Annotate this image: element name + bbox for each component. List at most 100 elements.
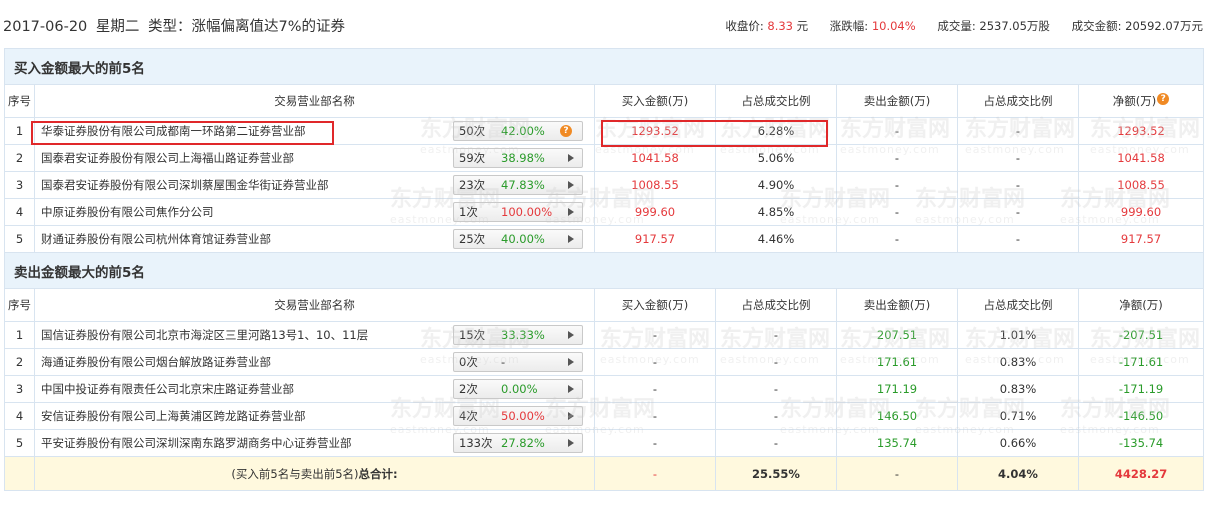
trade-count: 25次 [459, 232, 486, 246]
buy-column-header-row: 序号 交易营业部名称 买入金额(万) 占总成交比例 卖出金额(万) 占总成交比例… [4, 84, 1205, 118]
sell-ratio: 0.66% [957, 429, 1079, 457]
col-broker: 交易营业部名称 [34, 84, 595, 118]
buy-amount: - [594, 348, 716, 376]
win-rate: 42.00% [501, 124, 545, 138]
row-seq: 3 [4, 171, 35, 199]
net-amount: 1293.52 [1077, 117, 1205, 145]
broker-name-link[interactable]: 中原证券股份有限公司焦作分公司 [41, 204, 453, 220]
row-seq: 1 [4, 321, 35, 349]
broker-stats-button[interactable]: 0次 - [453, 352, 583, 372]
row-seq: 5 [4, 429, 35, 457]
trade-count: 4次 [459, 409, 478, 423]
total-label: (买入前5名与卖出前5名)总合计: [34, 456, 595, 491]
broker-stats-button[interactable]: 4次 50.00% [453, 406, 583, 426]
total-sell: - [836, 456, 958, 491]
table-row: 4 中原证券股份有限公司焦作分公司 1次 100.00% 999.60 4.85% - -99… [4, 198, 1205, 226]
total-net: 4428.27 [1077, 456, 1205, 491]
sell-section-header: 卖出金额最大的前5名 [3, 252, 1205, 289]
buy-ratio: - [715, 348, 837, 376]
expand-arrow-icon[interactable] [568, 208, 574, 216]
total-buy: - [594, 456, 716, 491]
broker-stats-button[interactable]: 59次 38.98% [453, 148, 583, 168]
col-net: 净额(万) [1077, 288, 1205, 322]
row-seq: 4 [4, 402, 35, 430]
buy-amount: - [594, 375, 716, 403]
net-amount: 917.57 [1077, 225, 1205, 253]
broker-name-link[interactable]: 海通证券股份有限公司烟台解放路证券营业部 [41, 354, 453, 370]
buy-amount: 1008.55 [594, 171, 716, 199]
net-amount: -171.19 [1077, 375, 1205, 403]
help-icon[interactable]: ? [560, 125, 572, 137]
expand-arrow-icon[interactable] [568, 154, 574, 162]
broker-stats-button[interactable]: 2次 0.00% [453, 379, 583, 399]
page-header: 2017-06-20 星期二 类型：涨幅偏离值达7%的证券 收盘价: 8.33 … [0, 0, 1211, 46]
broker-stats-button[interactable]: 133次 27.82% [453, 433, 583, 453]
table-row: 5 平安证券股份有限公司深圳深南东路罗湖商务中心证券营业部 133次 27.82% - -… [4, 429, 1205, 457]
net-amount: -135.74 [1077, 429, 1205, 457]
broker-name-link[interactable]: 安信证券股份有限公司上海黄浦区跨龙路证券营业部 [41, 408, 453, 424]
table-row: 2 海通证券股份有限公司烟台解放路证券营业部 0次 - - -171.61 0.83% -17… [4, 348, 1205, 376]
buy-ratio: 6.28% [715, 117, 837, 145]
buy-ratio: 4.85% [715, 198, 837, 226]
win-rate: - [501, 355, 506, 369]
col-sell-ratio: 占总成交比例 [957, 84, 1079, 118]
expand-arrow-icon[interactable] [568, 439, 574, 447]
expand-arrow-icon[interactable] [568, 358, 574, 366]
broker-name-link[interactable]: 华泰证券股份有限公司成都南一环路第二证券营业部 [41, 123, 453, 139]
broker-name-link[interactable]: 国泰君安证券股份有限公司深圳蔡屋围金华街证券营业部 [41, 177, 453, 193]
buy-amount: - [594, 321, 716, 349]
row-seq: 3 [4, 375, 35, 403]
buy-amount: 999.60 [594, 198, 716, 226]
broker-stats-button[interactable]: 1次 100.00% [453, 202, 583, 222]
buy-ratio: 5.06% [715, 144, 837, 172]
row-seq: 5 [4, 225, 35, 253]
broker-name-link[interactable]: 平安证券股份有限公司深圳深南东路罗湖商务中心证券营业部 [41, 435, 453, 451]
broker-name-link[interactable]: 中国中投证券有限责任公司北京宋庄路证券营业部 [41, 381, 453, 397]
broker-stats-button[interactable]: 50次 42.00%? [453, 121, 583, 141]
broker-name-link[interactable]: 国信证券股份有限公司北京市海淀区三里河路13号1、10、11层 [41, 327, 453, 343]
col-broker: 交易营业部名称 [34, 288, 595, 322]
col-seq: 序号 [4, 288, 35, 322]
table-row: 4 安信证券股份有限公司上海黄浦区跨龙路证券营业部 4次 50.00% - -146.50… [4, 402, 1205, 430]
broker-name-link[interactable]: 国泰君安证券股份有限公司上海福山路证券营业部 [41, 150, 453, 166]
table-row: 1 华泰证券股份有限公司成都南一环路第二证券营业部 50次 42.00%? 1293.5… [4, 117, 1205, 145]
table-row: 3 国泰君安证券股份有限公司深圳蔡屋围金华街证券营业部 23次 47.83% 1008.… [4, 171, 1205, 199]
col-sell-amount: 卖出金额(万) [836, 84, 958, 118]
broker-stats-button[interactable]: 25次 40.00% [453, 229, 583, 249]
trade-count: 15次 [459, 328, 486, 342]
sell-ratio: - [957, 225, 1079, 253]
broker-stats-button[interactable]: 15次 33.33% [453, 325, 583, 345]
buy-section-header: 买入金额最大的前5名 [3, 48, 1205, 85]
buy-amount: 1293.52 [594, 117, 716, 145]
broker-cell: 中原证券股份有限公司焦作分公司 1次 100.00% [34, 198, 595, 226]
trade-count: 59次 [459, 151, 486, 165]
table-body: 买入金额最大的前5名 序号 交易营业部名称 买入金额(万) 占总成交比例 卖出金… [3, 48, 1205, 491]
turnover-stat: 成交金额: 20592.07万元 [1071, 19, 1203, 33]
col-buy-ratio: 占总成交比例 [715, 84, 837, 118]
win-rate: 50.00% [501, 409, 545, 423]
expand-arrow-icon[interactable] [568, 412, 574, 420]
total-buy-ratio: 25.55% [715, 456, 837, 491]
row-seq: 2 [4, 348, 35, 376]
sell-amount: 135.74 [836, 429, 958, 457]
buy-ratio: - [715, 402, 837, 430]
sell-amount: 146.50 [836, 402, 958, 430]
win-rate: 27.82% [501, 436, 545, 450]
expand-arrow-icon[interactable] [568, 385, 574, 393]
expand-arrow-icon[interactable] [568, 331, 574, 339]
broker-stats-button[interactable]: 23次 47.83% [453, 175, 583, 195]
expand-arrow-icon[interactable] [568, 235, 574, 243]
sell-ratio: 0.83% [957, 375, 1079, 403]
sell-ratio: - [957, 117, 1079, 145]
expand-arrow-icon[interactable] [568, 181, 574, 189]
win-rate: 40.00% [501, 232, 545, 246]
win-rate: 47.83% [501, 178, 545, 192]
buy-amount: 1041.58 [594, 144, 716, 172]
broker-name-link[interactable]: 财通证券股份有限公司杭州体育馆证券营业部 [41, 231, 453, 247]
sell-ratio: 0.83% [957, 348, 1079, 376]
win-rate: 38.98% [501, 151, 545, 165]
sell-amount: 207.51 [836, 321, 958, 349]
buy-ratio: 4.90% [715, 171, 837, 199]
help-icon[interactable]: ? [1157, 93, 1170, 105]
broker-cell: 国泰君安证券股份有限公司深圳蔡屋围金华街证券营业部 23次 47.83% [34, 171, 595, 199]
